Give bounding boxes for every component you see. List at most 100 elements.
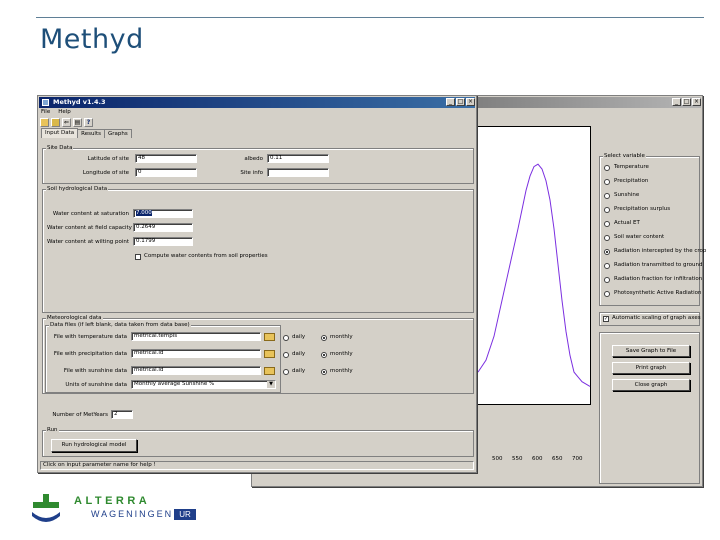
site-data-group: Site Data Latitude of site 48 Longitude … bbox=[42, 145, 474, 184]
site-info-field[interactable] bbox=[267, 168, 329, 177]
status-bar: Click on input parameter name for help ! bbox=[40, 461, 474, 470]
variable-option-radio[interactable] bbox=[604, 263, 610, 269]
tab-input-data[interactable]: Input Data bbox=[41, 128, 79, 138]
precip-file-field[interactable]: metrical.ld bbox=[131, 349, 261, 358]
latitude-label[interactable]: Latitude of site bbox=[63, 156, 129, 163]
variable-option-radio[interactable] bbox=[604, 235, 610, 241]
precip-monthly-label: monthly bbox=[330, 351, 353, 357]
close-button[interactable]: × bbox=[466, 98, 475, 106]
print-graph-button[interactable]: Print graph bbox=[612, 362, 690, 374]
variable-option-radio[interactable] bbox=[604, 193, 610, 199]
autoscale-group: ✓ Automatic scaling of graph axes bbox=[599, 312, 701, 326]
temperature-daily-radio[interactable] bbox=[283, 335, 289, 341]
sunshine-file-field[interactable]: metrical.ld bbox=[131, 366, 261, 375]
temperature-folder-icon[interactable] bbox=[264, 333, 275, 341]
compute-checkbox[interactable] bbox=[135, 254, 141, 260]
chart-area bbox=[475, 126, 591, 405]
sunshine-units-label[interactable]: Units of sunshine data bbox=[47, 382, 127, 389]
temperature-monthly-label: monthly bbox=[330, 334, 353, 340]
save-icon[interactable]: ⇐ bbox=[62, 118, 71, 127]
app-icon bbox=[42, 99, 49, 106]
chevron-down-icon[interactable]: ▼ bbox=[267, 381, 275, 388]
variable-options-group: Select variable Temperature Precipitation… bbox=[599, 153, 706, 306]
meteo-data-group: Meteorological data Data files (if left … bbox=[42, 315, 474, 394]
menu-file[interactable]: File bbox=[41, 108, 50, 117]
temperature-file-field[interactable]: metrical.tempis bbox=[131, 332, 261, 341]
saturation-label[interactable]: Water content at saturation bbox=[47, 211, 129, 218]
wilting-point-label[interactable]: Water content at wilting point bbox=[47, 239, 129, 246]
main-window: Methyd v1.4.3 _ □ × File Help ⇐ ▤ ? Inpu… bbox=[37, 95, 477, 473]
sunshine-daily-label: daily bbox=[292, 368, 306, 374]
variable-option-label: Sunshine bbox=[614, 192, 640, 198]
saturation-field[interactable]: 7.000 bbox=[133, 209, 193, 218]
site-info-label[interactable]: Site info bbox=[223, 170, 263, 177]
autoscale-checkbox[interactable]: ✓ bbox=[603, 316, 609, 322]
albedo-field[interactable]: 0.11 bbox=[267, 154, 329, 163]
precip-monthly-radio[interactable] bbox=[321, 352, 327, 358]
soil-data-label: Soil hydrological Data bbox=[46, 186, 109, 193]
precip-file-label[interactable]: File with precipitation data bbox=[47, 351, 127, 358]
main-window-titlebar: Methyd v1.4.3 _ □ × bbox=[39, 97, 475, 108]
variable-option-radio[interactable] bbox=[604, 291, 610, 297]
sunshine-units-select[interactable]: Monthly average Sunshine % ▼ bbox=[131, 380, 276, 389]
sunshine-monthly-label: monthly bbox=[330, 368, 353, 374]
print-icon[interactable]: ▤ bbox=[73, 118, 82, 127]
variable-option-label: Soil water content bbox=[614, 234, 665, 240]
field-capacity-label[interactable]: Water content at field capacity bbox=[47, 225, 132, 232]
help-icon[interactable]: ? bbox=[84, 118, 93, 127]
latitude-field[interactable]: 48 bbox=[135, 154, 197, 163]
logo-line1: ALTERRA bbox=[74, 495, 151, 507]
maximize-button[interactable]: □ bbox=[456, 98, 465, 106]
variable-option-label: Actual ET bbox=[614, 220, 640, 226]
run-model-button[interactable]: Run hydrological model bbox=[51, 439, 137, 452]
compute-label: Compute water contents from soil propert… bbox=[144, 253, 268, 259]
precip-daily-label: daily bbox=[292, 351, 306, 357]
temperature-daily-label: daily bbox=[292, 334, 306, 340]
sunshine-monthly-radio[interactable] bbox=[321, 369, 327, 375]
temperature-monthly-radio[interactable] bbox=[321, 335, 327, 341]
main-window-title: Methyd v1.4.3 bbox=[53, 98, 106, 106]
met-years-field[interactable]: 2 bbox=[111, 410, 133, 419]
menu-help[interactable]: Help bbox=[58, 108, 71, 117]
graph-minimize-button[interactable]: _ bbox=[672, 98, 681, 106]
sunshine-daily-radio[interactable] bbox=[283, 369, 289, 375]
x-tick-label: 700 bbox=[572, 456, 583, 462]
precip-folder-icon[interactable] bbox=[264, 350, 275, 358]
field-capacity-field[interactable]: 0.2649 bbox=[133, 223, 193, 232]
variable-option-radio[interactable] bbox=[604, 179, 610, 185]
variable-option-radio[interactable] bbox=[604, 221, 610, 227]
temperature-file-label[interactable]: File with temperature data bbox=[47, 334, 127, 341]
x-tick-label: 650 bbox=[552, 456, 563, 462]
sunshine-folder-icon[interactable] bbox=[264, 367, 275, 375]
variable-option-radio[interactable] bbox=[604, 249, 610, 255]
close-graph-button[interactable]: Close graph bbox=[612, 379, 690, 391]
save-graph-button[interactable]: Save Graph to File bbox=[612, 345, 690, 357]
graph-close-button[interactable]: × bbox=[692, 98, 701, 106]
minimize-button[interactable]: _ bbox=[446, 98, 455, 106]
sunshine-file-label[interactable]: File with sunshine data bbox=[47, 368, 127, 375]
precip-daily-radio[interactable] bbox=[283, 352, 289, 358]
longitude-field[interactable]: 0 bbox=[135, 168, 197, 177]
meteo-data-label: Meteorological data bbox=[46, 315, 103, 322]
tab-strip: Input Data Results Graphs bbox=[41, 128, 132, 138]
tab-results[interactable]: Results bbox=[77, 129, 105, 138]
run-group: Run Run hydrological model bbox=[42, 427, 474, 457]
variable-option-label: Temperature bbox=[614, 164, 649, 170]
met-years-label[interactable]: Number of MetYears bbox=[46, 412, 108, 419]
graph-buttons-group: Save Graph to File Print graph Close gra… bbox=[599, 332, 700, 484]
variable-option-radio[interactable] bbox=[604, 165, 610, 171]
longitude-label[interactable]: Longitude of site bbox=[63, 170, 129, 177]
variable-option-radio[interactable] bbox=[604, 277, 610, 283]
wilting-point-field[interactable]: 0.1799 bbox=[133, 237, 193, 246]
graph-maximize-button[interactable]: □ bbox=[682, 98, 691, 106]
variable-option-radio[interactable] bbox=[604, 207, 610, 213]
open-file-icon[interactable] bbox=[51, 118, 60, 127]
tab-graphs[interactable]: Graphs bbox=[104, 129, 132, 138]
variable-option-label: Radiation transmitted to ground bbox=[614, 262, 703, 268]
variable-option-label: Radiation fraction for infiltration bbox=[614, 276, 703, 282]
x-tick-label: 600 bbox=[532, 456, 543, 462]
open-folder-icon[interactable] bbox=[40, 118, 49, 127]
variable-option-label: Radiation intercepted by the crop bbox=[614, 248, 707, 254]
albedo-label[interactable]: albedo bbox=[223, 156, 263, 163]
chart-svg bbox=[477, 163, 591, 387]
